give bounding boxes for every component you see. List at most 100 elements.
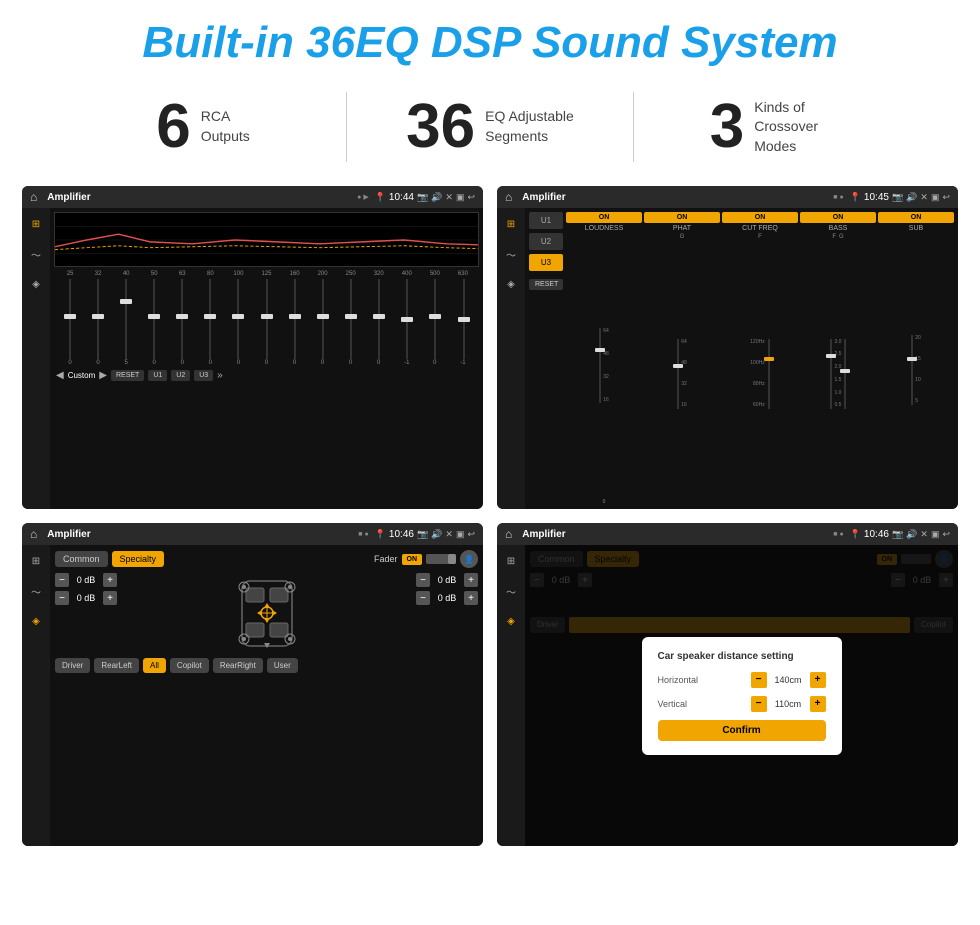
vertical-plus-btn[interactable]: + [810, 696, 826, 712]
home-icon-4[interactable]: ⌂ [505, 527, 512, 541]
cutfreq-faders[interactable]: 120Hz100Hz80Hz60Hz [750, 242, 769, 505]
window-icon[interactable]: ▣ [456, 192, 465, 203]
home-icon[interactable]: ⌂ [30, 190, 37, 204]
driver-btn[interactable]: Driver [55, 658, 90, 673]
db-plus-2[interactable]: + [103, 591, 117, 605]
all-btn[interactable]: All [143, 658, 166, 673]
phat-fader[interactable]: 64483216 [677, 242, 687, 505]
prev-icon[interactable]: ◀ [56, 370, 64, 381]
screen3-main: Common Specialty Fader ON 👤 [50, 545, 483, 846]
back-icon-4[interactable]: ↩ [942, 529, 950, 540]
db-plus-4[interactable]: + [464, 591, 478, 605]
screen4-app-title: Amplifier [522, 529, 827, 540]
fader-col-2[interactable] [112, 279, 139, 359]
db-minus-4[interactable]: − [416, 591, 430, 605]
db-minus-1[interactable]: − [55, 573, 69, 587]
sub-fader[interactable]: 2015105 [911, 234, 921, 505]
close-icon-2[interactable]: ✕ [920, 192, 928, 203]
next-icon[interactable]: ▶ [99, 370, 107, 381]
tab-specialty[interactable]: Specialty [112, 551, 165, 567]
db-plus-1[interactable]: + [103, 573, 117, 587]
bass-faders[interactable]: 3.02.52.01.51.00.5 [830, 242, 847, 505]
screen2-reset[interactable]: RESET [529, 279, 563, 290]
horizontal-plus-btn[interactable]: + [810, 672, 826, 688]
sub-on-btn[interactable]: ON [878, 212, 954, 223]
more-icon[interactable]: » [217, 370, 223, 381]
fader-col-7[interactable] [253, 279, 280, 359]
eq-icon-4[interactable]: ⊞ [501, 551, 521, 571]
profile-icon[interactable]: 👤 [460, 550, 478, 568]
home-icon-2[interactable]: ⌂ [505, 190, 512, 204]
back-icon[interactable]: ↩ [467, 192, 475, 203]
wave-icon[interactable]: 〜 [26, 244, 46, 264]
u3-btn[interactable]: U3 [194, 370, 213, 381]
speaker-icon-4[interactable]: ◈ [501, 611, 521, 631]
fader-col-9[interactable] [309, 279, 336, 359]
db-minus-2[interactable]: − [55, 591, 69, 605]
vertical-minus-btn[interactable]: − [751, 696, 767, 712]
copilot-btn[interactable]: Copilot [170, 658, 209, 673]
window-icon-2[interactable]: ▣ [931, 192, 940, 203]
back-icon-2[interactable]: ↩ [942, 192, 950, 203]
fader-col-12[interactable] [394, 279, 421, 359]
fader-col-13[interactable] [422, 279, 449, 359]
loudness-fader[interactable]: 64483216 [599, 234, 609, 497]
location-icon-2: 📍 [850, 192, 861, 203]
phat-on-btn[interactable]: ON [644, 212, 720, 223]
fader-col-11[interactable] [366, 279, 393, 359]
u1-btn[interactable]: U1 [148, 370, 167, 381]
db-plus-3[interactable]: + [464, 573, 478, 587]
user-btn[interactable]: User [267, 658, 298, 673]
fader-col-6[interactable] [225, 279, 252, 359]
stat-eq-desc: EQ Adjustable Segments [485, 107, 574, 146]
fader-col-10[interactable] [337, 279, 364, 359]
loudness-on-btn[interactable]: ON [566, 212, 642, 223]
wave-icon-2[interactable]: 〜 [501, 244, 521, 264]
u1-preset[interactable]: U1 [529, 212, 563, 229]
u3-preset[interactable]: U3 [529, 254, 563, 271]
rearright-btn[interactable]: RearRight [213, 658, 263, 673]
fader-col-14[interactable] [450, 279, 477, 359]
fader-on-toggle[interactable]: ON [402, 554, 423, 565]
db-minus-3[interactable]: − [416, 573, 430, 587]
window-icon-4[interactable]: ▣ [931, 529, 940, 540]
confirm-button[interactable]: Confirm [658, 720, 826, 741]
speaker-icon-2[interactable]: ◈ [501, 274, 521, 294]
reset-btn[interactable]: RESET [111, 370, 144, 381]
close-icon-3[interactable]: ✕ [445, 529, 453, 540]
speaker-layout: − 0 dB + − 0 dB + [55, 573, 478, 653]
eq-icon-2[interactable]: ⊞ [501, 214, 521, 234]
fader-col-3[interactable] [140, 279, 167, 359]
u2-preset[interactable]: U2 [529, 233, 563, 250]
eq-icon[interactable]: ⊞ [26, 214, 46, 234]
screen1-content: ⊞ 〜 ◈ [22, 208, 483, 509]
cutfreq-on-btn[interactable]: ON [722, 212, 798, 223]
wave-icon-4[interactable]: 〜 [501, 581, 521, 601]
eq-icon-3[interactable]: ⊞ [26, 551, 46, 571]
u2-btn[interactable]: U2 [171, 370, 190, 381]
bass-on-btn[interactable]: ON [800, 212, 876, 223]
horizontal-minus-btn[interactable]: − [751, 672, 767, 688]
close-icon[interactable]: ✕ [445, 192, 453, 203]
fader-col-1[interactable] [84, 279, 111, 359]
eq-faders[interactable] [54, 279, 479, 359]
screen4-sidebar: ⊞ 〜 ◈ [497, 545, 525, 846]
back-icon-3[interactable]: ↩ [467, 529, 475, 540]
window-icon-3[interactable]: ▣ [456, 529, 465, 540]
wave-icon-3[interactable]: 〜 [26, 581, 46, 601]
rearleft-btn[interactable]: RearLeft [94, 658, 139, 673]
screen3-status-bar: ⌂ Amplifier ■ ● 📍 10:46 📷 🔊 ✕ ▣ ↩ [22, 523, 483, 545]
speaker-icon[interactable]: ◈ [26, 274, 46, 294]
close-icon-4[interactable]: ✕ [920, 529, 928, 540]
db-val-4: 0 dB [433, 593, 461, 603]
main-title: Built-in 36EQ DSP Sound System [0, 18, 980, 68]
fader-col-5[interactable] [197, 279, 224, 359]
home-icon-3[interactable]: ⌂ [30, 527, 37, 541]
fader-col-8[interactable] [281, 279, 308, 359]
fader-col-0[interactable] [56, 279, 83, 359]
fader-slider[interactable] [426, 554, 456, 564]
speaker-icon-3[interactable]: ◈ [26, 611, 46, 631]
volume-icon-2: 🔊 [906, 192, 917, 203]
fader-col-4[interactable] [169, 279, 196, 359]
tab-common[interactable]: Common [55, 551, 108, 567]
